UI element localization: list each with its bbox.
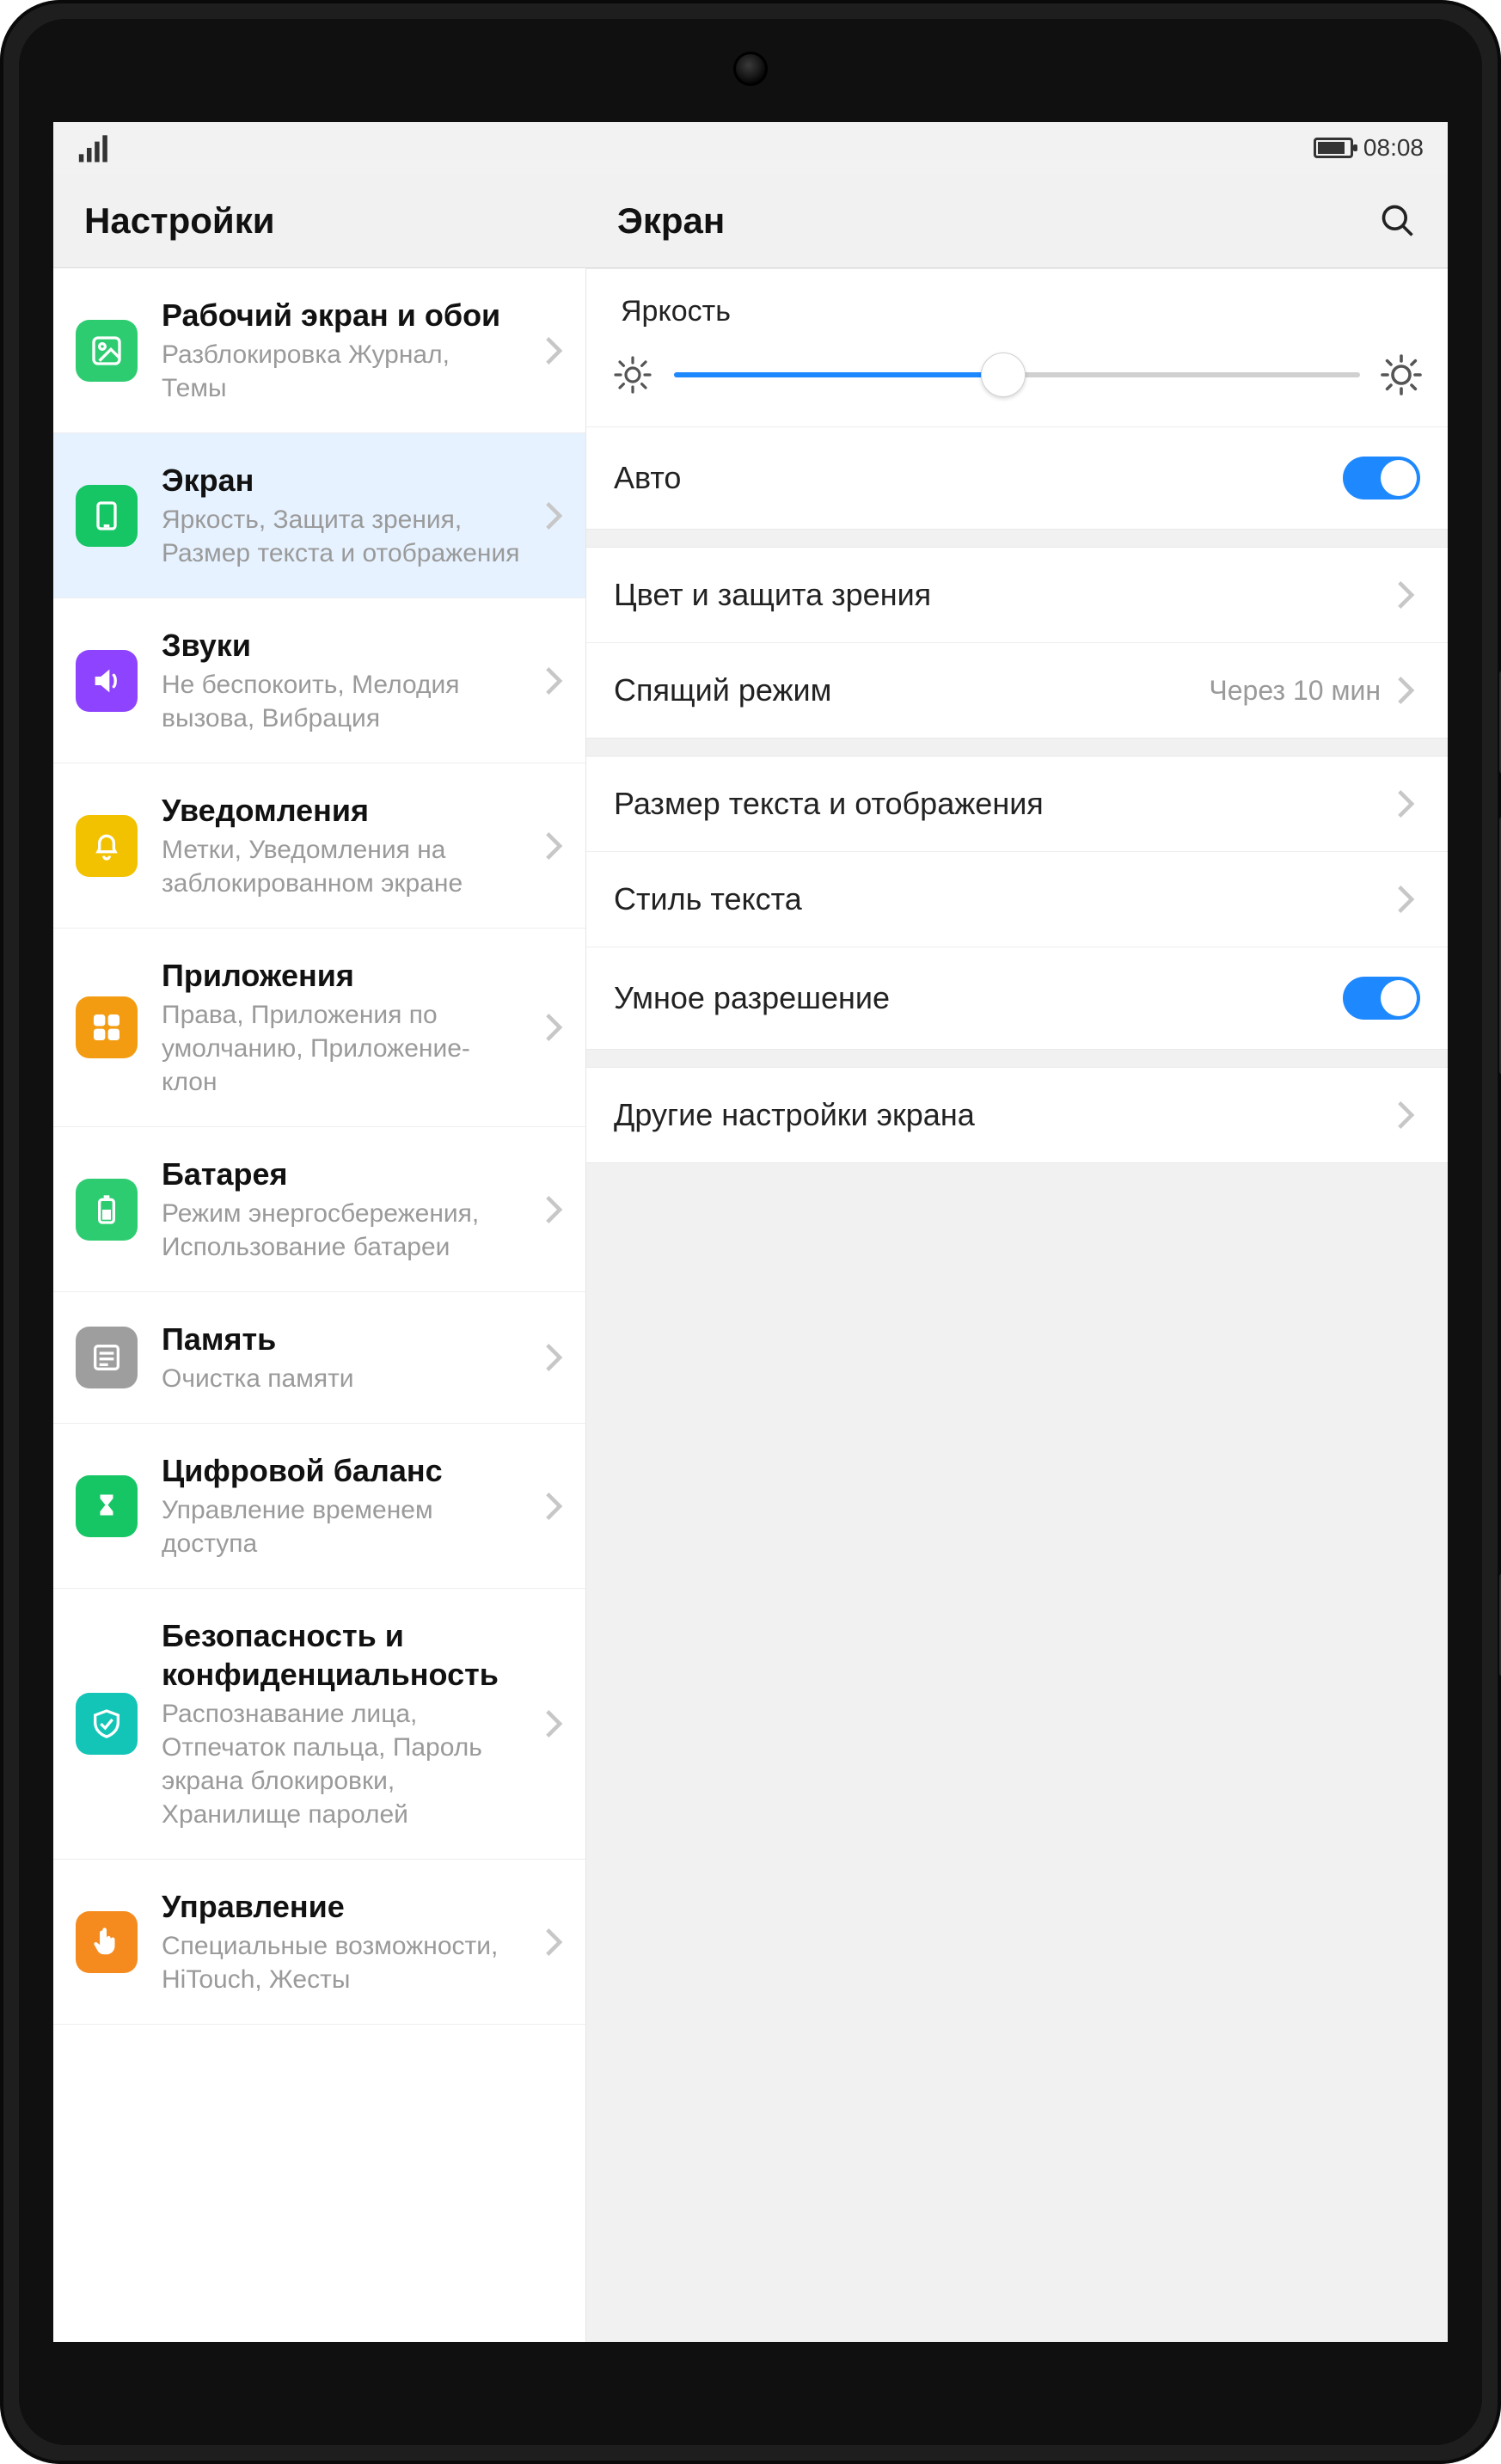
chevron-right-icon xyxy=(1396,788,1420,819)
sidebar-item-sound[interactable]: ЗвукиНе беспокоить, Мелодия вызова, Вибр… xyxy=(53,598,585,763)
sidebar-item-subtitle: Разблокировка Журнал, Темы xyxy=(162,338,520,405)
sidebar-item-subtitle: Очистка памяти xyxy=(162,1362,520,1395)
sidebar-item-subtitle: Специальные возможности, HiTouch, Жесты xyxy=(162,1929,520,1996)
row-smart-resolution[interactable]: Умное разрешение xyxy=(586,947,1448,1049)
chevron-right-icon xyxy=(544,1927,568,1958)
tablet-device-frame: 08:08 Настройки Экран Рабочий экран и об… xyxy=(0,0,1501,2464)
sidebar-item-display[interactable]: ЭкранЯркость, Защита зрения, Размер текс… xyxy=(53,433,585,598)
brightness-slider[interactable] xyxy=(674,372,1360,377)
sidebar-item-hourglass[interactable]: Цифровой балансУправление временем досту… xyxy=(53,1424,585,1589)
sidebar-item-wallpaper[interactable]: Рабочий экран и обои Разблокировка Журнал… xyxy=(53,268,585,433)
row-sleep[interactable]: Спящий режим Через 10 мин xyxy=(586,642,1448,738)
chevron-right-icon xyxy=(544,665,568,696)
sidebar-item-title: Уведомления xyxy=(162,791,520,830)
chevron-right-icon xyxy=(1396,579,1420,610)
row-auto-brightness[interactable]: Авто xyxy=(586,426,1448,529)
sidebar-item-title: Управление xyxy=(162,1887,520,1926)
wallpaper-icon xyxy=(76,320,138,382)
page-title-detail: Экран xyxy=(617,200,725,242)
sidebar-item-subtitle: Не беспокоить, Мелодия вызова, Вибрация xyxy=(162,668,520,735)
row-label: Другие настройки экрана xyxy=(614,1097,975,1133)
battery-icon xyxy=(76,1179,138,1241)
shield-icon xyxy=(76,1693,138,1755)
brightness-panel: Яркость xyxy=(586,268,1448,530)
row-label: Стиль текста xyxy=(614,881,802,917)
sidebar-item-title: Память xyxy=(162,1320,520,1358)
search-icon[interactable] xyxy=(1379,202,1417,240)
signal-icon xyxy=(77,129,115,167)
row-label: Умное разрешение xyxy=(614,980,890,1016)
bell-icon xyxy=(76,815,138,877)
sidebar-item-subtitle: Яркость, Защита зрения, Размер текста и … xyxy=(162,503,520,570)
brightness-low-icon xyxy=(612,354,653,395)
hourglass-icon xyxy=(76,1475,138,1537)
brightness-high-icon xyxy=(1381,354,1422,395)
slider-thumb[interactable] xyxy=(981,352,1026,397)
battery-icon xyxy=(1314,138,1353,158)
smart-resolution-toggle[interactable] xyxy=(1343,977,1420,1020)
sidebar-item-shield[interactable]: Безопасность и конфиденциальностьРаспозн… xyxy=(53,1589,585,1860)
row-text-display-size[interactable]: Размер текста и отображения xyxy=(586,757,1448,851)
sidebar-item-storage[interactable]: Память Очистка памяти xyxy=(53,1292,585,1424)
row-label: Цвет и защита зрения xyxy=(614,577,931,613)
page-title-settings: Настройки xyxy=(53,174,586,267)
chevron-right-icon xyxy=(544,1708,568,1739)
sidebar-item-title: Приложения xyxy=(162,956,520,995)
sidebar-item-hand[interactable]: УправлениеСпециальные возможности, HiTou… xyxy=(53,1860,585,2025)
sidebar-item-bell[interactable]: УведомленияМетки, Уведомления на заблоки… xyxy=(53,763,585,929)
sidebar-item-subtitle: Права, Приложения по умолчанию, Приложен… xyxy=(162,998,520,1099)
storage-icon xyxy=(76,1327,138,1388)
chevron-right-icon xyxy=(544,1012,568,1043)
sound-icon xyxy=(76,650,138,712)
detail-pane: Яркость xyxy=(586,268,1448,2342)
display-icon xyxy=(76,485,138,547)
chevron-right-icon xyxy=(1396,884,1420,915)
row-label: Спящий режим xyxy=(614,672,831,708)
chevron-right-icon xyxy=(1396,675,1420,706)
sidebar-item-battery[interactable]: Батарея Режим энергосбережения, Использов… xyxy=(53,1127,585,1292)
row-text-style[interactable]: Стиль текста xyxy=(586,851,1448,947)
sidebar-item-title: Цифровой баланс xyxy=(162,1451,520,1490)
brightness-label: Яркость xyxy=(586,269,1448,346)
sidebar-item-title: Батарея xyxy=(162,1155,520,1193)
sidebar-item-title: Экран xyxy=(162,461,520,500)
chevron-right-icon xyxy=(1396,1100,1420,1131)
chevron-right-icon xyxy=(544,1491,568,1522)
sidebar-item-subtitle: Режим энергосбережения, Использование ба… xyxy=(162,1197,520,1264)
sidebar-item-title: Безопасность и конфиденциальность xyxy=(162,1616,520,1694)
header-bar: Настройки Экран xyxy=(53,174,1448,268)
sidebar-item-subtitle: Распознавание лица, Отпечаток пальца, Па… xyxy=(162,1697,520,1831)
row-color-eye-comfort[interactable]: Цвет и защита зрения xyxy=(586,548,1448,642)
chevron-right-icon xyxy=(544,335,568,366)
chevron-right-icon xyxy=(544,500,568,531)
front-camera xyxy=(733,52,768,86)
screen: 08:08 Настройки Экран Рабочий экран и об… xyxy=(53,122,1448,2342)
row-other-display-settings[interactable]: Другие настройки экрана xyxy=(586,1068,1448,1162)
apps-icon xyxy=(76,996,138,1058)
hand-icon xyxy=(76,1911,138,1973)
sidebar-item-apps[interactable]: ПриложенияПрава, Приложения по умолчанию… xyxy=(53,929,585,1127)
clock: 08:08 xyxy=(1363,134,1424,162)
chevron-right-icon xyxy=(544,1342,568,1373)
sidebar-item-title: Звуки xyxy=(162,626,520,665)
settings-sidebar: Рабочий экран и обои Разблокировка Журнал… xyxy=(53,268,586,2342)
sidebar-item-subtitle: Управление временем доступа xyxy=(162,1493,520,1560)
status-bar: 08:08 xyxy=(53,122,1448,174)
chevron-right-icon xyxy=(544,831,568,861)
sidebar-item-title: Рабочий экран и обои xyxy=(162,296,520,334)
auto-brightness-toggle[interactable] xyxy=(1343,457,1420,500)
sleep-value: Через 10 мин xyxy=(1209,675,1381,707)
brightness-slider-row xyxy=(586,346,1448,426)
row-label: Размер текста и отображения xyxy=(614,786,1044,822)
row-label: Авто xyxy=(614,460,681,496)
chevron-right-icon xyxy=(544,1194,568,1225)
sidebar-item-subtitle: Метки, Уведомления на заблокированном эк… xyxy=(162,833,520,900)
